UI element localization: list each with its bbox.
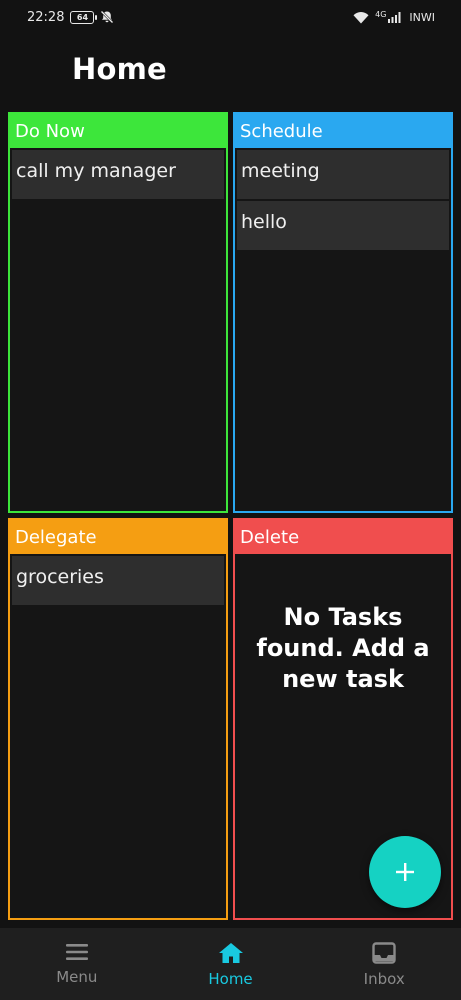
- battery-level: 64: [76, 12, 89, 22]
- carrier-name: INWI: [409, 10, 435, 24]
- task-item[interactable]: call my manager: [12, 150, 224, 199]
- quadrant-do-now: Do Now call my manager: [8, 112, 228, 513]
- bell-muted-icon: [101, 10, 114, 24]
- add-task-button[interactable]: [369, 836, 441, 908]
- nav-item-home[interactable]: Home: [154, 928, 308, 1000]
- wifi-icon: [353, 11, 369, 23]
- quadrant-delegate: Delegate groceries: [8, 518, 228, 920]
- nav-item-menu[interactable]: Menu: [0, 928, 154, 1000]
- page-title: Home: [72, 52, 167, 86]
- quadrant-schedule: Schedule meeting hello: [233, 112, 453, 513]
- status-right: 4G INWI: [353, 9, 435, 24]
- task-item[interactable]: groceries: [12, 556, 224, 605]
- nav-item-inbox[interactable]: Inbox: [307, 928, 461, 1000]
- signal-icon: [388, 12, 401, 23]
- quadrant-header-delete: Delete: [235, 520, 451, 554]
- quadrant-header-delegate: Delegate: [10, 520, 226, 554]
- quadrant-header-schedule: Schedule: [235, 114, 451, 148]
- bottom-nav: Menu Home Inbox: [0, 928, 461, 1000]
- empty-state-message: No Tasks found. Add a new task: [256, 603, 430, 693]
- battery-icon: 64: [70, 10, 98, 24]
- home-icon: [218, 943, 243, 963]
- status-bar: 22:28 64 4G INWI: [0, 0, 461, 34]
- nav-label-home: Home: [208, 970, 253, 988]
- quadrant-header-do-now: Do Now: [10, 114, 226, 148]
- plus-icon: [396, 863, 414, 881]
- menu-icon: [65, 944, 88, 960]
- inbox-icon: [372, 942, 396, 964]
- nav-label-menu: Menu: [56, 968, 98, 986]
- task-item[interactable]: hello: [237, 201, 449, 250]
- status-left: 22:28 64: [27, 10, 114, 25]
- task-item[interactable]: meeting: [237, 150, 449, 199]
- status-time: 22:28: [27, 9, 65, 25]
- nav-label-inbox: Inbox: [363, 970, 405, 988]
- network-type: 4G: [375, 9, 387, 19]
